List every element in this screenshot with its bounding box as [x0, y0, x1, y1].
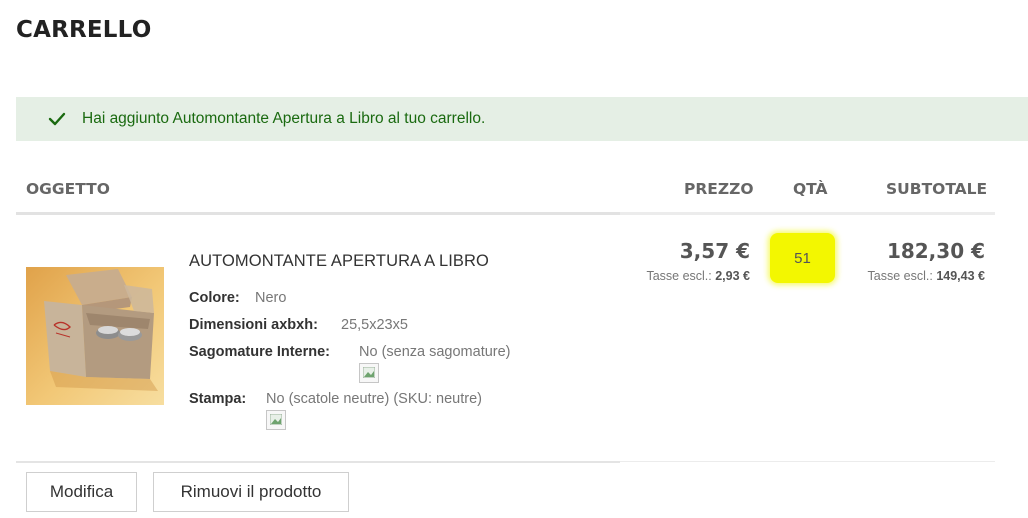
- quantity-value: 51: [794, 249, 811, 267]
- tax-label: Tasse escl.:: [867, 269, 933, 283]
- edit-button[interactable]: Modifica: [26, 472, 137, 512]
- quantity-input[interactable]: 51: [770, 233, 835, 283]
- success-notice: Hai aggiunto Automontante Apertura a Lib…: [16, 97, 1028, 141]
- tax-label: Tasse escl.:: [646, 269, 712, 283]
- notice-message: Hai aggiunto Automontante Apertura a Lib…: [82, 110, 486, 127]
- column-header-price: PREZZO: [684, 180, 754, 198]
- option-value-print: No (scatole neutre) (SKU: neutre): [266, 391, 482, 407]
- unit-price: 3,57 €: [679, 239, 750, 263]
- broken-image-icon: [359, 363, 379, 383]
- row-divider: [16, 461, 620, 463]
- option-label-color: Colore:: [189, 290, 240, 306]
- option-value-shaping: No (senza sagomature): [359, 344, 511, 360]
- broken-image-icon: [266, 410, 286, 430]
- check-icon: [48, 112, 66, 126]
- option-label-dimensions: Dimensioni axbxh:: [189, 317, 318, 333]
- row-divider-right: [620, 461, 995, 462]
- tax-value: 149,43 €: [936, 269, 985, 283]
- unit-price-excl-tax: Tasse escl.: 2,93 €: [646, 269, 750, 283]
- product-name[interactable]: AUTOMONTANTE APERTURA A LIBRO: [189, 252, 489, 271]
- tax-value: 2,93 €: [715, 269, 750, 283]
- column-header-subtotal: SUBTOTALE: [886, 180, 988, 198]
- remove-product-button[interactable]: Rimuovi il prodotto: [153, 472, 349, 512]
- product-image[interactable]: [26, 267, 164, 405]
- product-box-image: [26, 267, 164, 405]
- option-value-dimensions: 25,5x23x5: [341, 317, 408, 333]
- header-divider-right: [620, 212, 995, 215]
- subtotal-price: 182,30 €: [886, 239, 985, 263]
- option-label-print: Stampa:: [189, 391, 247, 407]
- subtotal-excl-tax: Tasse escl.: 149,43 €: [868, 269, 985, 283]
- column-header-qty: QTÀ: [793, 180, 828, 198]
- column-header-item: OGGETTO: [26, 180, 110, 198]
- option-value-color: Nero: [255, 290, 287, 306]
- option-label-shaping: Sagomature Interne:: [189, 344, 330, 360]
- page-title: CARRELLO: [16, 17, 152, 43]
